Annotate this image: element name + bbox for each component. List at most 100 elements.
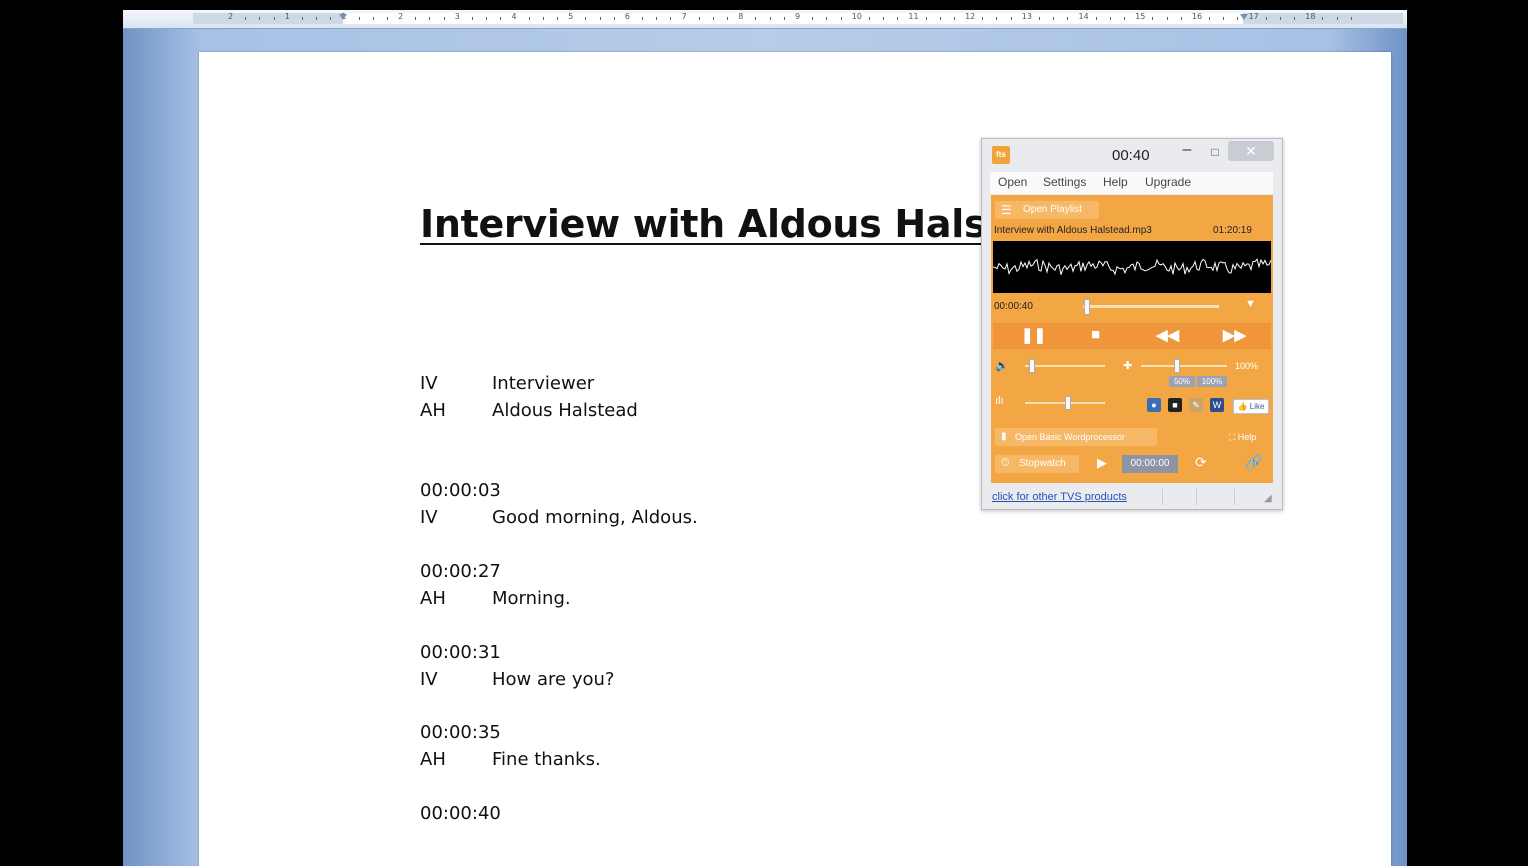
ruler-left-margin (193, 13, 343, 24)
doc-line: IV How are you? (420, 669, 615, 690)
ruler-tick (1109, 17, 1111, 20)
stopwatch-icon: ⏱ (1001, 457, 1010, 469)
doc-line: 00:00:31 (420, 642, 501, 663)
pause-icon[interactable]: ❚❚ (1021, 326, 1046, 344)
left-indent-marker[interactable] (339, 14, 347, 20)
ruler-tick (358, 17, 360, 20)
ruler-tick (953, 17, 955, 20)
ruler-tick (656, 17, 658, 20)
stopwatch-reset-icon[interactable]: ⟳ (1195, 454, 1207, 471)
maximize-button[interactable]: □ (1204, 141, 1226, 163)
stopwatch-time: 00:00:00 (1122, 455, 1178, 473)
ruler-tick (1322, 17, 1324, 20)
minimize-button[interactable]: – (1176, 141, 1198, 163)
ruler-number: 16 (1191, 12, 1203, 21)
tone-slider-thumb[interactable] (1065, 396, 1071, 410)
seek-bar[interactable] (1083, 305, 1219, 308)
ruler-number: 12 (965, 12, 976, 21)
player-title-time: 00:40 (1112, 147, 1150, 164)
ruler-number: 15 (1135, 12, 1146, 21)
file-name: Interview with Aldous Halstead.mp3 (994, 225, 1152, 236)
menu-open[interactable]: Open (998, 175, 1027, 189)
ruler-tick (939, 17, 941, 20)
ruler-tick (245, 17, 247, 20)
player-titlebar[interactable]: fts 00:40 – □ ✕ (982, 139, 1282, 169)
stop-icon[interactable]: ■ (1091, 326, 1100, 343)
speed-preset-100[interactable]: 100% (1197, 376, 1227, 387)
right-indent-marker[interactable] (1240, 14, 1248, 20)
ruler-tick (712, 17, 714, 20)
file-duration: 01:20:19 (1213, 225, 1252, 236)
ruler-tick (1237, 17, 1239, 20)
horizontal-ruler[interactable]: 2 1 1 2 3 4 5 6 7 8 9 10 11 12 13 14 15 16 17 18 (123, 10, 1407, 29)
ruler-tick (1095, 17, 1097, 20)
ruler-tick (755, 17, 757, 20)
volume-slider-thumb[interactable] (1029, 359, 1035, 373)
ruler-tick (840, 17, 842, 20)
volume-icon[interactable]: 🔈 (995, 359, 1009, 372)
document-icon: ▮ (1001, 431, 1007, 442)
ruler-tick (386, 17, 388, 20)
seek-thumb[interactable] (1084, 299, 1091, 315)
ruler-text-area (343, 13, 1243, 24)
doc-line: 00:00:03 (420, 480, 501, 501)
ruler-tick (557, 17, 559, 20)
dropdown-arrow-icon[interactable]: ▼ (1245, 298, 1256, 310)
app-word-icon[interactable]: W (1210, 398, 1224, 412)
speed-preset-50[interactable]: 50% (1169, 376, 1195, 387)
ruler-tick (1038, 17, 1040, 20)
app-notepad-icon[interactable]: ✎ (1189, 398, 1203, 412)
ruler-tick (301, 17, 303, 20)
like-button[interactable]: 👍 Like (1233, 399, 1269, 414)
waveform-display[interactable] (993, 241, 1271, 293)
ruler-tick (542, 17, 544, 20)
ruler-tick (642, 17, 644, 20)
volume-slider[interactable] (1025, 365, 1105, 367)
transcription-player-window[interactable]: fts 00:40 – □ ✕ Open Settings Help Upgra… (981, 138, 1283, 510)
app-black-icon[interactable]: ■ (1168, 398, 1182, 412)
status-cell (1196, 489, 1235, 505)
close-button[interactable]: ✕ (1228, 141, 1274, 161)
ruler-number: 11 (908, 12, 919, 21)
ruler-tick (613, 17, 615, 20)
ruler-tick (1336, 17, 1338, 20)
ruler-number: 18 (1305, 12, 1316, 21)
menu-help[interactable]: Help (1103, 175, 1128, 189)
ruler-number: 7 (681, 12, 687, 21)
status-cell (1234, 489, 1263, 505)
speed-slider[interactable] (1141, 365, 1227, 367)
ruler-tick (1350, 17, 1352, 20)
ruler-tick (1279, 17, 1281, 20)
ruler-tick (812, 17, 814, 20)
open-wordprocessor-button[interactable]: ▮ Open Basic Wordprocessor (995, 428, 1157, 446)
resize-grip-icon[interactable]: ◢ (1264, 493, 1272, 504)
menu-upgrade[interactable]: Upgrade (1145, 175, 1191, 189)
rewind-icon[interactable]: ◀◀ (1156, 326, 1179, 344)
ruler-number: 1 (284, 12, 290, 21)
ruler-tick (429, 17, 431, 20)
ruler-tick (1124, 17, 1126, 20)
ruler-tick (1053, 17, 1055, 20)
app-blue-icon[interactable]: ● (1147, 398, 1161, 412)
link-icon[interactable]: 🔗 (1245, 454, 1262, 471)
stopwatch-play-icon[interactable]: ▶ (1097, 455, 1107, 471)
ruler-tick (698, 17, 700, 20)
ruler-tick (500, 17, 502, 20)
ruler-tick (1265, 17, 1267, 20)
ruler-tick (1180, 17, 1182, 20)
stopwatch-button[interactable]: ⏱ Stopwatch (995, 455, 1079, 473)
ruler-tick (1152, 17, 1154, 20)
hamburger-icon: ☰ (1001, 203, 1012, 217)
menu-settings[interactable]: Settings (1043, 175, 1086, 189)
ruler-number: 14 (1078, 12, 1089, 21)
ruler-tick (1209, 17, 1211, 20)
speed-slider-thumb[interactable] (1174, 359, 1180, 373)
other-products-link[interactable]: click for other TVS products (992, 491, 1127, 503)
fast-forward-icon[interactable]: ▶▶ (1223, 326, 1246, 344)
ruler-number: 5 (568, 12, 574, 21)
ruler-number: 2 (398, 12, 404, 21)
ruler-tick (769, 17, 771, 20)
doc-line: 00:00:40 (420, 803, 501, 824)
help-link[interactable]: ⛶ Help (1229, 432, 1256, 443)
open-playlist-button[interactable]: ☰ Open Playlist (995, 201, 1099, 219)
